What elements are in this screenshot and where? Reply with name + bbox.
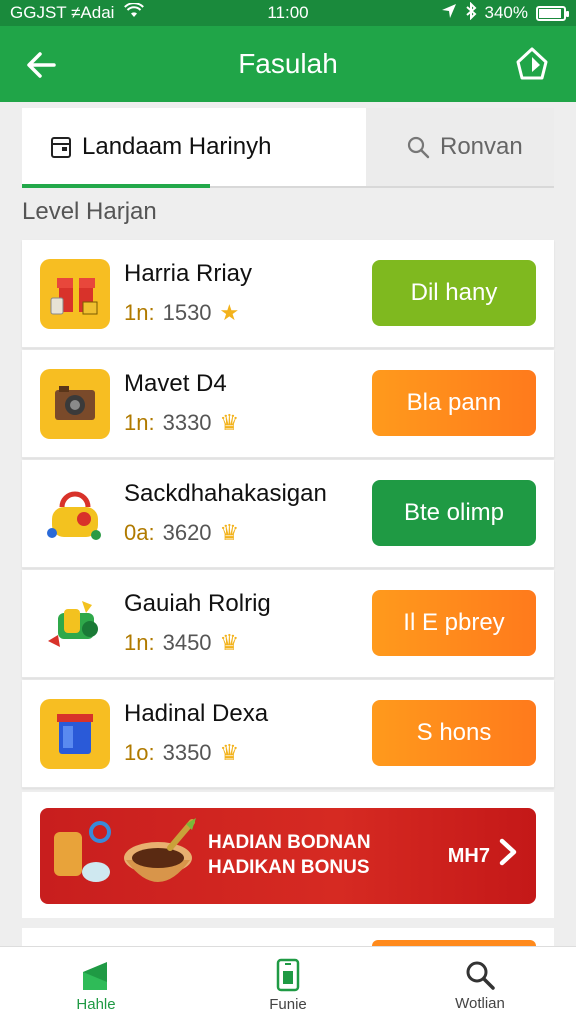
redeem-button[interactable]: S hons [372, 700, 536, 766]
search-icon [407, 136, 430, 159]
points-value: 3450 [162, 629, 212, 655]
redeem-button[interactable]: Dil hany [372, 260, 536, 326]
nav-search[interactable]: Wotlian [384, 947, 576, 1024]
bottom-nav: Hahle Funie Wotlian [0, 946, 576, 1024]
toy-gadget-icon [40, 589, 110, 659]
tab-label: Landaam Harinyh [82, 133, 272, 160]
nav-home[interactable]: Hahle [0, 947, 192, 1024]
points-value: 3330 [162, 409, 212, 435]
points-prefix: 1n: [124, 299, 155, 325]
chevron-right-icon [498, 837, 518, 875]
crown-icon: ♛ [219, 629, 240, 655]
back-arrow-icon [27, 52, 56, 78]
back-button[interactable] [22, 46, 60, 84]
home-icon [516, 47, 548, 80]
list-item: Mavet D4 1n: 3330 ♛ Bla pann [22, 350, 554, 458]
brown-camera-icon [40, 368, 110, 439]
tab-search[interactable]: Ronvan [366, 108, 554, 186]
reward-list: Harria Rriay 1n: 1530 ★ Dil hany Mavet D… [22, 240, 554, 790]
calendar-icon [51, 137, 71, 158]
list-item: Harria Rriay 1n: 1530 ★ Dil hany [22, 240, 554, 348]
crown-icon: ♛ [219, 519, 240, 545]
toy-purse-icon [40, 479, 110, 549]
home-button[interactable] [512, 44, 552, 84]
page-title: Fasulah [238, 48, 338, 79]
red-gift-box-icon [40, 258, 110, 329]
promo-banner[interactable]: HADIAN BODNAN HADIKAN BONUS MH7 [40, 808, 536, 904]
points-value: 1530 [162, 299, 212, 325]
list-item: Sackdhahakasigan 0a: 3620 ♛ Bte olimp [22, 460, 554, 568]
battery-percent: 340% [484, 3, 528, 22]
status-bar: GGJST ≠Adai 11:00 340% [0, 0, 576, 26]
blue-box-icon [40, 698, 110, 769]
tab-bar: Landaam Harinyh Ronvan [22, 108, 554, 188]
nav-label: Wotlian [455, 995, 505, 1012]
search-icon [466, 961, 495, 990]
promo-text: HADIAN BODNAN HADIKAN BONUS [208, 831, 448, 880]
promo-line-1: HADIAN BODNAN [208, 832, 371, 854]
phone-icon [276, 958, 300, 992]
points-prefix: 1n: [124, 629, 155, 655]
nav-phone[interactable]: Funie [192, 947, 384, 1024]
points-prefix: 1o: [124, 739, 155, 765]
promo-card: HADIAN BODNAN HADIKAN BONUS MH7 [22, 792, 554, 918]
points-prefix: 1n: [124, 409, 155, 435]
list-item: Gauiah Rolrig 1n: 3450 ♛ Il E pbrey [22, 570, 554, 678]
nav-label: Hahle [76, 996, 116, 1013]
list-item: Hadinal Dexa 1o: 3350 ♛ S hons [22, 680, 554, 788]
crown-icon: ♛ [219, 739, 240, 765]
redeem-button[interactable]: Bte olimp [372, 480, 536, 546]
points-value: 3620 [162, 519, 212, 545]
battery-icon [536, 5, 569, 21]
redeem-button[interactable]: Il E pbrey [372, 590, 536, 656]
redeem-button[interactable]: Bla pann [372, 370, 536, 436]
bluetooth-icon [465, 1, 477, 25]
promo-art-icon [40, 808, 200, 904]
points-prefix: 0a: [124, 519, 155, 545]
section-title: Level Harjan [22, 198, 157, 225]
promo-cta: MH7 [447, 844, 490, 867]
location-icon [441, 3, 457, 24]
list-item-partial [22, 928, 554, 948]
promo-line-2: HADIKAN BONUS [208, 857, 370, 878]
tab-landaam[interactable]: Landaam Harinyh [22, 108, 366, 188]
home-flag-icon [83, 962, 107, 990]
crown-icon: ♛ [219, 409, 240, 435]
wifi-icon [124, 1, 145, 24]
star-icon: ★ [219, 299, 240, 325]
app-header: Fasulah [0, 26, 576, 102]
tab-label: Ronvan [440, 133, 523, 160]
points-value: 3350 [162, 739, 212, 765]
nav-label: Funie [269, 996, 307, 1013]
carrier-label: GGJST ≠Adai [10, 3, 115, 22]
